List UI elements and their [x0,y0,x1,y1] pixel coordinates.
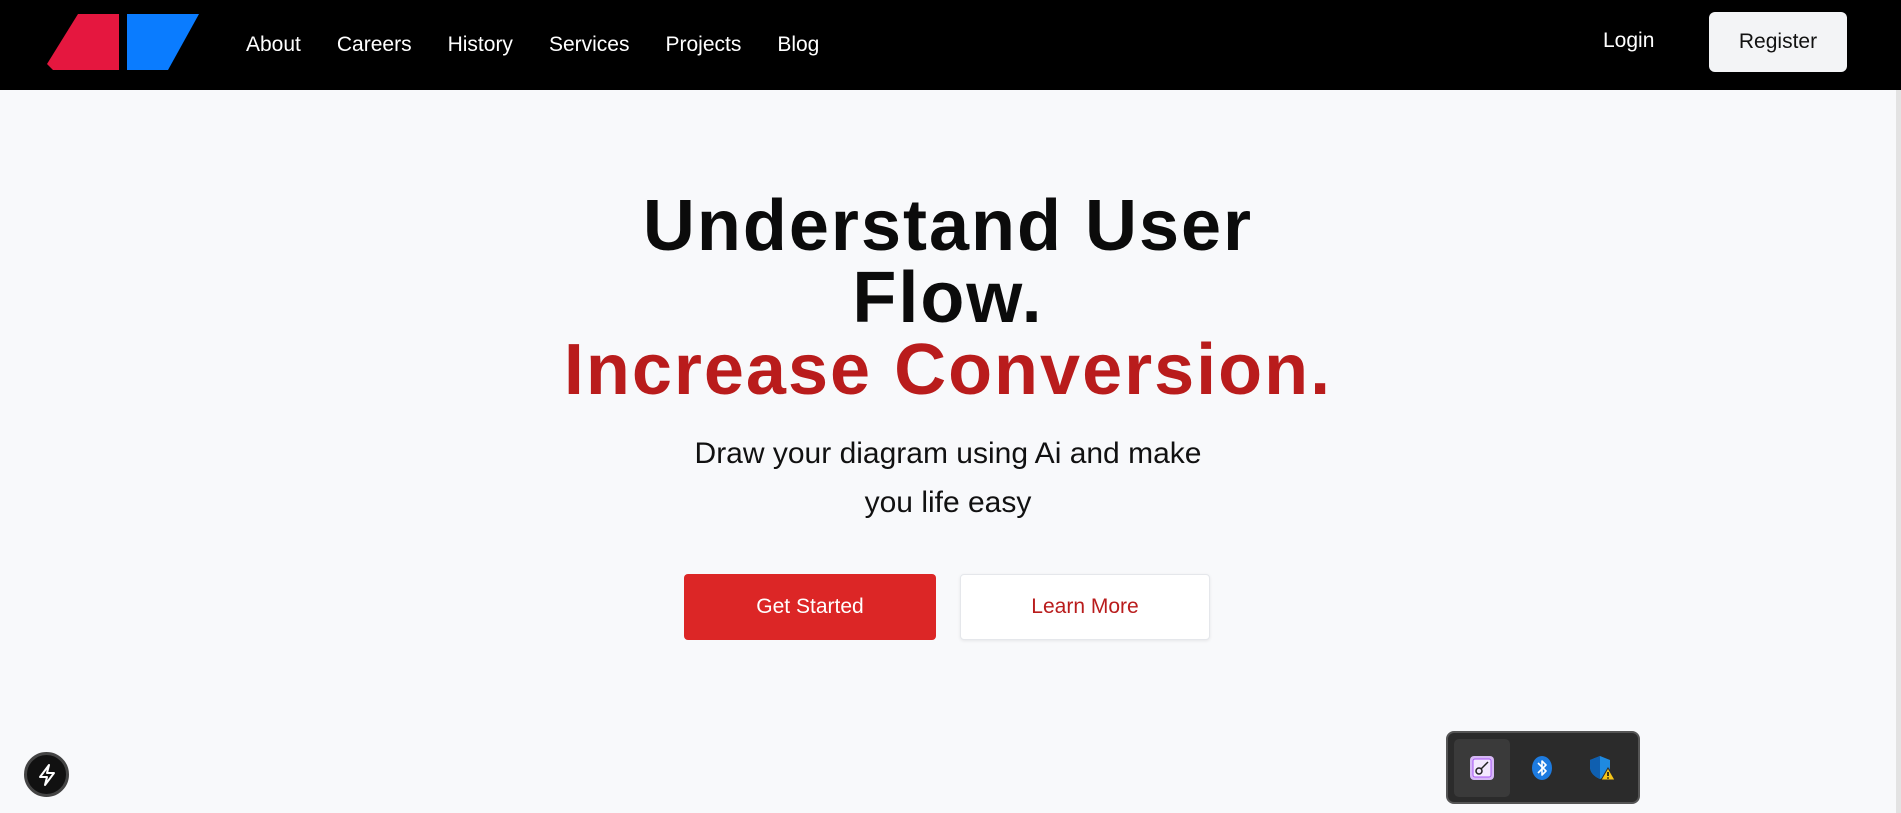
navbar: About Careers History Services Projects … [0,0,1896,90]
tray-item-defender[interactable] [1574,739,1630,797]
nav-link-about[interactable]: About [246,33,301,57]
system-tray-popup [1446,731,1640,804]
brand-logo[interactable] [47,14,199,70]
register-button[interactable]: Register [1709,12,1847,72]
snipping-tool-icon [1470,755,1494,780]
headline-accent: Increase Conversion. [563,330,1333,410]
tray-item-snipping-tool[interactable] [1454,738,1510,797]
nav-link-careers[interactable]: Careers [337,33,412,57]
lightning-icon [38,763,55,786]
main-nav: About Careers History Services Projects … [246,0,855,90]
headline-line-1: Understand User [642,186,1254,266]
scrollbar-thumb[interactable] [1896,0,1901,90]
headline-line-2: Flow. [852,258,1044,338]
nav-link-projects[interactable]: Projects [665,33,741,57]
login-link[interactable]: Login [1603,29,1654,53]
lightning-button[interactable] [24,752,69,797]
hero-headline: Understand User Flow. Increase Conversio… [0,190,1896,406]
bluetooth-icon [1532,755,1552,780]
nav-link-history[interactable]: History [448,33,513,57]
nav-link-services[interactable]: Services [549,33,630,57]
get-started-button[interactable]: Get Started [684,574,936,640]
nav-link-blog[interactable]: Blog [777,33,819,57]
tray-item-bluetooth[interactable] [1514,739,1570,797]
scrollbar-track[interactable] [1896,0,1901,813]
hero-subtitle: Draw your diagram using Ai and make you … [694,437,1202,519]
defender-warning-icon [1590,755,1616,780]
learn-more-button[interactable]: Learn More [960,574,1210,640]
